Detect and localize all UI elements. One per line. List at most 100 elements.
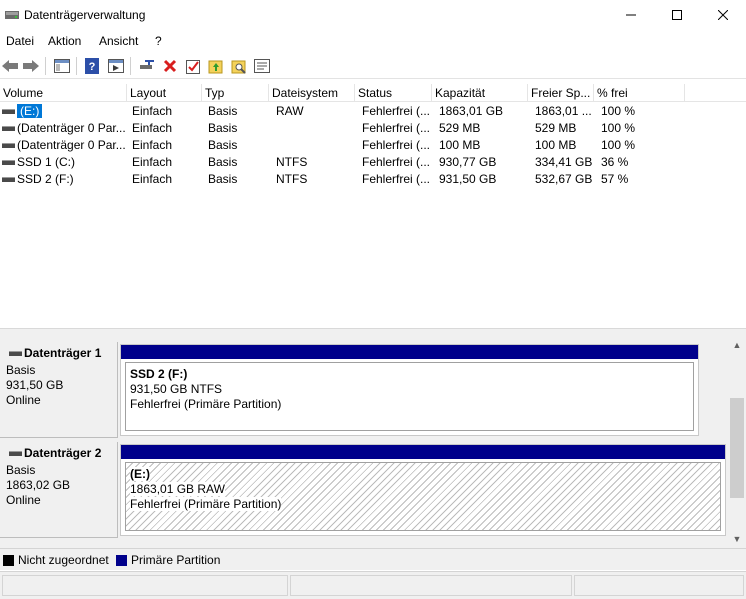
cell-freier-speicher-text: 100 MB (535, 138, 577, 152)
close-button[interactable] (700, 0, 746, 30)
drive-icon (2, 109, 15, 114)
column-header-dateisystem[interactable]: Dateisystem (269, 84, 355, 102)
cell-prozent-frei-text: 100 % (601, 121, 636, 135)
cell-status: Fehlerfrei (... (362, 137, 430, 154)
properties-button[interactable] (106, 56, 126, 76)
legend: Nicht zugeordnet Primäre Partition (0, 548, 746, 570)
svg-text:?: ? (89, 61, 96, 73)
cell-layout: Einfach (132, 154, 200, 171)
column-header-layout[interactable]: Layout (127, 84, 202, 102)
cell-freier-speicher: 100 MB (535, 137, 592, 154)
cell-volume-text: SSD 2 (F:) (17, 172, 74, 186)
legend-swatch-unallocated (3, 555, 14, 566)
help-button[interactable]: ? (82, 56, 102, 76)
disk-view: Datenträger 1 Basis 931,50 GB Online SSD… (0, 336, 728, 548)
show-hide-console-tree-button[interactable] (52, 56, 72, 76)
cell-prozent-frei: 36 % (601, 154, 681, 171)
disk-info-panel[interactable]: Datenträger 2 Basis 1863,02 GB Online (0, 442, 118, 538)
connect-disk-button[interactable] (137, 56, 157, 76)
cell-layout: Einfach (132, 103, 200, 120)
partition-block[interactable]: (E:) 1863,01 GB RAW Fehlerfrei (Primäre … (120, 444, 726, 536)
menu-aktion[interactable]: Aktion (48, 34, 81, 48)
properties-sheet-button[interactable] (252, 56, 272, 76)
search-folder-icon (231, 60, 246, 74)
primary-partition-bar (121, 345, 698, 359)
column-header-volume[interactable]: Volume (0, 84, 127, 102)
cell-dateisystem-text: NTFS (276, 155, 308, 169)
properties-icon (108, 59, 124, 73)
legend-label-unallocated: Nicht zugeordnet (18, 553, 109, 567)
cell-freier-speicher-text: 529 MB (535, 121, 577, 135)
cell-status-text: Fehlerfrei (... (362, 172, 430, 186)
drive-icon (2, 143, 15, 148)
back-button[interactable] (0, 56, 20, 76)
table-row[interactable]: (Datenträger 0 Par... Einfach Basis Fehlerf… (0, 120, 746, 137)
column-header-status[interactable]: Status (355, 84, 432, 102)
column-header-kapazitaet[interactable]: Kapazität (432, 84, 528, 102)
maximize-button[interactable] (654, 0, 700, 30)
status-bar (0, 571, 746, 599)
menu-bar: Datei Aktion Ansicht ? (0, 30, 746, 52)
cell-freier-speicher: 529 MB (535, 120, 592, 137)
table-row[interactable]: SSD 1 (C:) Einfach Basis NTFS Fehlerfrei (..… (0, 154, 746, 171)
cell-typ-text: Basis (208, 172, 238, 186)
drive-icon (2, 126, 15, 131)
cell-freier-speicher: 334,41 GB (535, 154, 592, 171)
cell-kapazitaet-text: 100 MB (439, 138, 481, 152)
status-pane (574, 575, 744, 596)
scrollbar-thumb[interactable] (730, 398, 744, 498)
cell-prozent-frei: 100 % (601, 120, 681, 137)
cell-status: Fehlerfrei (... (362, 120, 430, 137)
scroll-up-icon[interactable]: ▲ (731, 339, 743, 351)
disk-state: Online (6, 393, 41, 407)
delete-button[interactable] (160, 56, 180, 76)
partition-size: 1863,01 GB RAW (130, 482, 225, 496)
legend-swatch-primary (116, 555, 127, 566)
check-button[interactable] (183, 56, 203, 76)
column-header-freier-speicher[interactable]: Freier Sp... (528, 84, 594, 102)
cell-kapazitaet-text: 931,50 GB (439, 172, 497, 186)
toolbar-separator (76, 57, 77, 75)
forward-button[interactable] (21, 56, 41, 76)
cell-prozent-frei-text: 100 % (601, 138, 636, 152)
cell-layout-text: Einfach (132, 155, 173, 169)
column-header-prozent-frei[interactable]: % frei (594, 84, 685, 102)
column-header-typ[interactable]: Typ (202, 84, 269, 102)
partition-block[interactable]: SSD 2 (F:) 931,50 GB NTFS Fehlerfrei (Pr… (120, 344, 699, 436)
pane-splitter[interactable] (0, 328, 746, 336)
table-row[interactable]: SSD 2 (F:) Einfach Basis NTFS Fehlerfrei (..… (0, 171, 746, 188)
cell-volume: (Datenträger 0 Par... (17, 137, 125, 154)
menu-help[interactable]: ? (155, 34, 162, 48)
disk-type: Basis (6, 463, 36, 477)
table-row[interactable]: (E:) Einfach Basis RAW Fehlerfrei (... 1863,0… (0, 103, 746, 120)
cell-kapazitaet-text: 1863,01 GB (439, 104, 504, 118)
menu-ansicht[interactable]: Ansicht (99, 34, 138, 48)
search-folder-button[interactable] (229, 56, 249, 76)
status-pane (2, 575, 288, 596)
cell-freier-speicher: 1863,01 ... (535, 103, 592, 120)
table-row[interactable]: (Datenträger 0 Par... Einfach Basis Fehlerf… (0, 137, 746, 154)
cell-status-text: Fehlerfrei (... (362, 104, 430, 118)
partition-body: SSD 2 (F:) 931,50 GB NTFS Fehlerfrei (Pr… (125, 362, 694, 431)
volume-rows: (E:) Einfach Basis RAW Fehlerfrei (... 1863,0… (0, 103, 746, 188)
menu-datei[interactable]: Datei (6, 34, 34, 48)
status-pane (290, 575, 572, 596)
disk-management-app-icon (5, 11, 19, 19)
cell-typ: Basis (208, 120, 266, 137)
window-title: Datenträgerverwaltung (24, 8, 146, 22)
partition-body: (E:) 1863,01 GB RAW Fehlerfrei (Primäre … (125, 462, 721, 531)
delete-icon (163, 59, 177, 73)
cell-dateisystem (276, 137, 352, 154)
scroll-down-icon[interactable]: ▼ (731, 533, 743, 545)
cell-dateisystem-text: NTFS (276, 172, 308, 186)
drive-icon (2, 160, 15, 165)
toolbar-separator (45, 57, 46, 75)
disk-info-panel[interactable]: Datenträger 1 Basis 931,50 GB Online (0, 342, 118, 438)
title-bar: Datenträgerverwaltung (0, 0, 746, 30)
folder-up-button[interactable] (206, 56, 226, 76)
cell-dateisystem: NTFS (276, 154, 352, 171)
disk-view-scrollbar[interactable]: ▲ ▼ (728, 336, 746, 548)
maximize-icon (672, 10, 682, 20)
minimize-button[interactable] (608, 0, 654, 30)
cell-typ-text: Basis (208, 121, 238, 135)
